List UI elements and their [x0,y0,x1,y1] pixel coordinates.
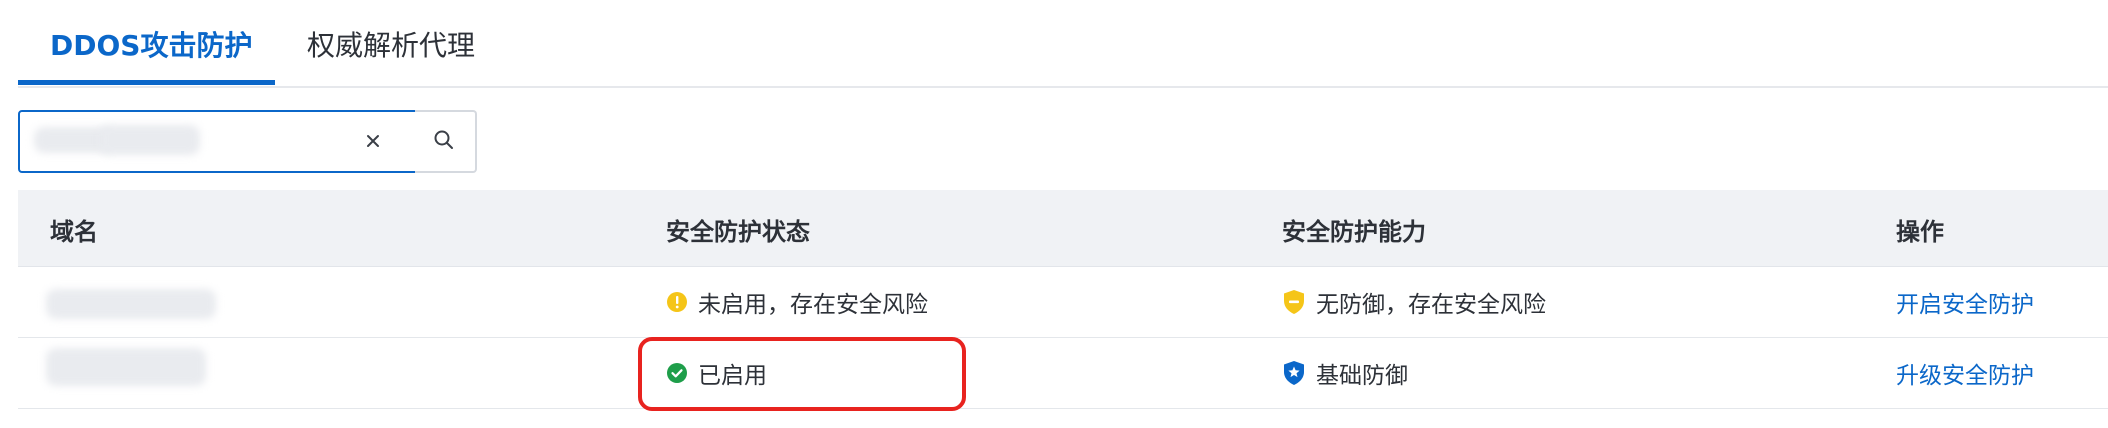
domain-cell-redacted [46,348,206,386]
tab-authoritative-dns-proxy[interactable]: 权威解析代理 [307,24,475,64]
search-field [18,110,417,173]
domain-cell-redacted [46,289,216,319]
tab-ddos-protection[interactable]: DDOS攻击防护 [50,24,252,64]
capability-text: 无防御，存在安全风险 [1316,292,1546,318]
column-header-actions: 操作 [1896,218,1944,246]
search-icon [434,130,453,149]
search-button[interactable] [415,110,477,173]
shield-minus-icon [1284,290,1304,314]
highlight-annotation [638,337,966,411]
active-tab-indicator [18,80,275,85]
warning-circle-icon [667,292,687,312]
close-icon[interactable] [360,128,386,154]
table-row: 未启用，存在安全风险 无防御，存在安全风险 开启安全防护 [18,267,2108,338]
capability-cell: 无防御，存在安全风险 [1282,285,1546,319]
shield-star-icon [1284,361,1304,385]
table-header: 域名 安全防护状态 安全防护能力 操作 [18,190,2108,267]
search-bar [18,110,478,173]
enable-protection-link[interactable]: 开启安全防护 [1896,285,2034,319]
search-input[interactable] [36,121,360,163]
status-text: 未启用，存在安全风险 [698,292,928,318]
table-row: 已启用 基础防御 升级安全防护 [18,338,2108,409]
capability-cell: 基础防御 [1282,356,1408,390]
column-header-domain: 域名 [50,218,98,246]
tab-bar: DDOS攻击防护 权威解析代理 [18,0,2108,88]
column-header-status: 安全防护状态 [666,218,810,246]
status-cell: 未启用，存在安全风险 [666,285,928,319]
upgrade-protection-link[interactable]: 升级安全防护 [1896,356,2034,390]
domain-table: 域名 安全防护状态 安全防护能力 操作 未启用，存在安全风险 无防御，存在安全风… [18,190,2108,410]
column-header-capability: 安全防护能力 [1282,218,1426,246]
capability-text: 基础防御 [1316,363,1408,389]
